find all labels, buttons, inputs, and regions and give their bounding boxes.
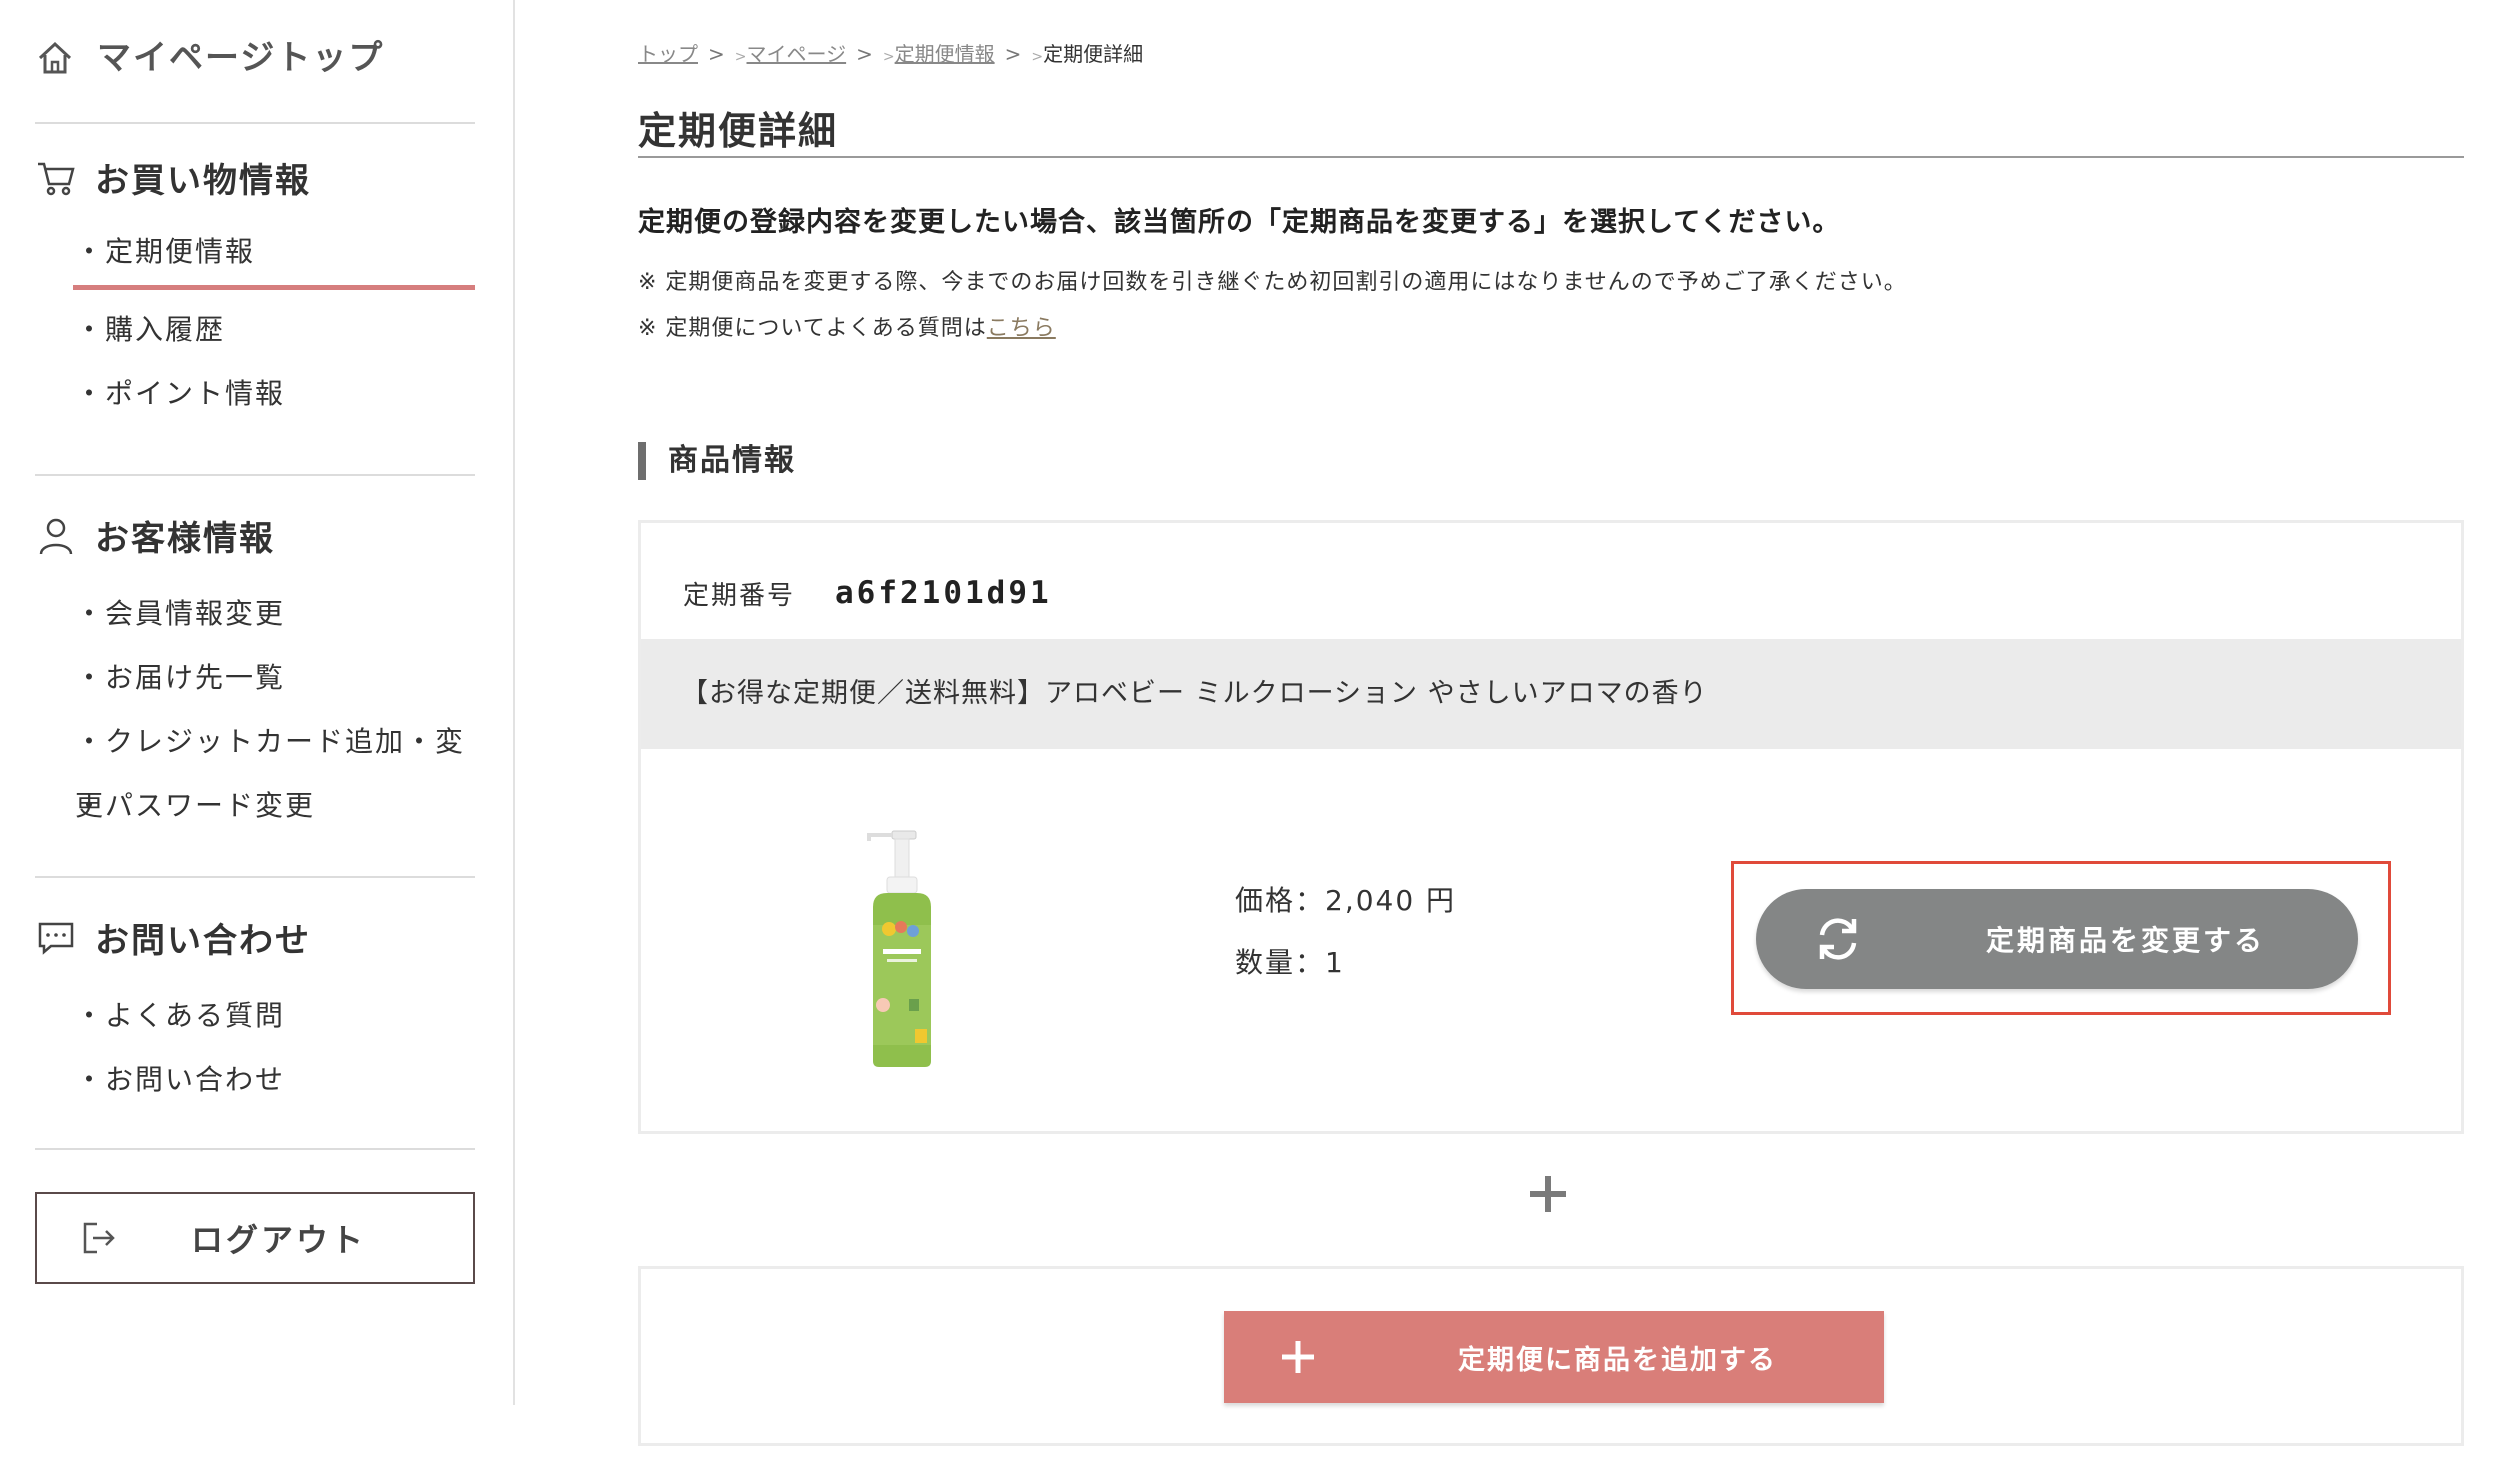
page-title: 定期便詳細 xyxy=(638,100,2464,158)
sidebar-item-delivery-addresses[interactable]: ・お届け先一覧 xyxy=(35,646,475,710)
breadcrumb-separator-small: > xyxy=(882,49,895,65)
chat-icon xyxy=(38,922,74,955)
product-image xyxy=(867,830,931,1067)
sidebar-item-points[interactable]: ・ポイント情報 xyxy=(35,362,475,426)
sidebar-mypage-top[interactable]: マイページトップ xyxy=(35,38,475,124)
cart-icon xyxy=(38,162,75,196)
sidebar-divider xyxy=(35,1148,475,1150)
subscription-card: 定期番号 a6f2101d91 【お得な定期便／送料無料】アロベビー ミルクロー… xyxy=(638,520,2464,1134)
sidebar-item-subscription[interactable]: ・定期便情報 xyxy=(35,220,475,290)
sidebar-section-title: お買い物情報 xyxy=(95,160,311,201)
breadcrumb-separator: > xyxy=(1004,42,1022,66)
subscription-number: 定期番号 a6f2101d91 xyxy=(683,563,1052,623)
faq-note-text: ※ 定期便についてよくある質問は xyxy=(638,316,987,341)
sidebar-section-contact: お問い合わせ ・よくある質問 ・お問い合わせ xyxy=(35,912,475,1112)
sidebar-item-purchase-history[interactable]: ・購入履歴 xyxy=(35,298,475,362)
refresh-icon xyxy=(1819,918,1857,960)
breadcrumb-separator: > xyxy=(856,42,873,66)
sidebar-mypage-top-label: マイページトップ xyxy=(97,38,385,78)
plus-icon xyxy=(1282,1341,1314,1373)
breadcrumb-link-subscription[interactable]: 定期便情報 xyxy=(895,42,995,66)
change-instruction: 定期便の登録内容を変更したい場合、該当箇所の「定期商品を変更する」を選択してくだ… xyxy=(638,207,1841,238)
sidebar-item-password[interactable]: ・パスワード変更 xyxy=(35,774,475,838)
faq-note: ※ 定期便についてよくある質問はこちら xyxy=(638,310,1056,342)
product-name: 【お得な定期便／送料無料】アロベビー ミルクローション やさしいアロマの香り xyxy=(641,639,2461,749)
change-product-button[interactable]: 定期商品を変更する xyxy=(1756,889,2358,989)
product-info-heading: 商品情報 xyxy=(638,442,796,480)
plus-icon xyxy=(1530,1176,1566,1212)
sidebar-divider xyxy=(35,474,475,476)
breadcrumb-link-top[interactable]: トップ xyxy=(638,42,698,66)
breadcrumb-separator: > xyxy=(708,42,725,66)
add-product-card: 定期便に商品を追加する xyxy=(638,1266,2464,1446)
sidebar-divider xyxy=(35,876,475,878)
sidebar-section-title: お問い合わせ xyxy=(95,920,311,961)
sidebar-section-contact-heading: お問い合わせ xyxy=(35,912,475,962)
add-product-label: 定期便に商品を追加する xyxy=(1458,1344,1777,1376)
sidebar-section-title: お客様情報 xyxy=(95,518,275,559)
logout-button[interactable]: ログアウト xyxy=(35,1192,475,1284)
sidebar-item-contact[interactable]: ・お問い合わせ xyxy=(35,1048,475,1112)
sidebar-section-shopping: お買い物情報 ・定期便情報 ・購入履歴 ・ポイント情報 xyxy=(35,152,475,426)
person-icon xyxy=(39,518,73,555)
add-product-button[interactable]: 定期便に商品を追加する xyxy=(1224,1311,1884,1403)
home-icon xyxy=(38,41,72,74)
breadcrumb-current: 定期便詳細 xyxy=(1043,42,1144,66)
sidebar-item-member-info[interactable]: ・会員情報変更 xyxy=(35,582,475,646)
discount-note: ※ 定期便商品を変更する際、今までのお届け回数を引き継ぐため初回割引の適用にはな… xyxy=(638,270,1907,295)
breadcrumb-separator-small: > xyxy=(734,49,747,65)
sidebar-section-customer: お客様情報 ・会員情報変更 ・お届け先一覧 ・クレジットカード追加・変更 ・パス… xyxy=(35,510,475,838)
breadcrumb-link-mypage[interactable]: マイページ xyxy=(747,42,847,66)
subscription-number-value: a6f2101d91 xyxy=(835,575,1052,611)
sidebar-item-credit-card[interactable]: ・クレジットカード追加・変更 xyxy=(35,710,475,822)
sidebar-item-faq[interactable]: ・よくある質問 xyxy=(35,984,475,1048)
breadcrumb: トップ > >マイページ > >定期便情報 > >定期便詳細 xyxy=(638,38,1143,67)
sidebar-section-customer-heading: お客様情報 xyxy=(35,510,475,560)
breadcrumb-separator-small: > xyxy=(1031,49,1044,65)
product-price: 価格：2,040 円 xyxy=(1235,884,1457,917)
sidebar-section-shopping-heading: お買い物情報 xyxy=(35,152,475,202)
logout-label: ログアウト xyxy=(191,1221,367,1259)
logout-icon xyxy=(83,1222,115,1254)
subscription-number-label: 定期番号 xyxy=(683,580,796,611)
product-quantity: 数量：1 xyxy=(1235,946,1345,979)
faq-link[interactable]: こちら xyxy=(987,316,1056,341)
change-product-label: 定期商品を変更する xyxy=(1986,924,2266,957)
sidebar: マイページトップ お買い物情報 ・定期便情報 ・購入履歴 ・ポイント情報 お客様… xyxy=(0,0,515,1405)
